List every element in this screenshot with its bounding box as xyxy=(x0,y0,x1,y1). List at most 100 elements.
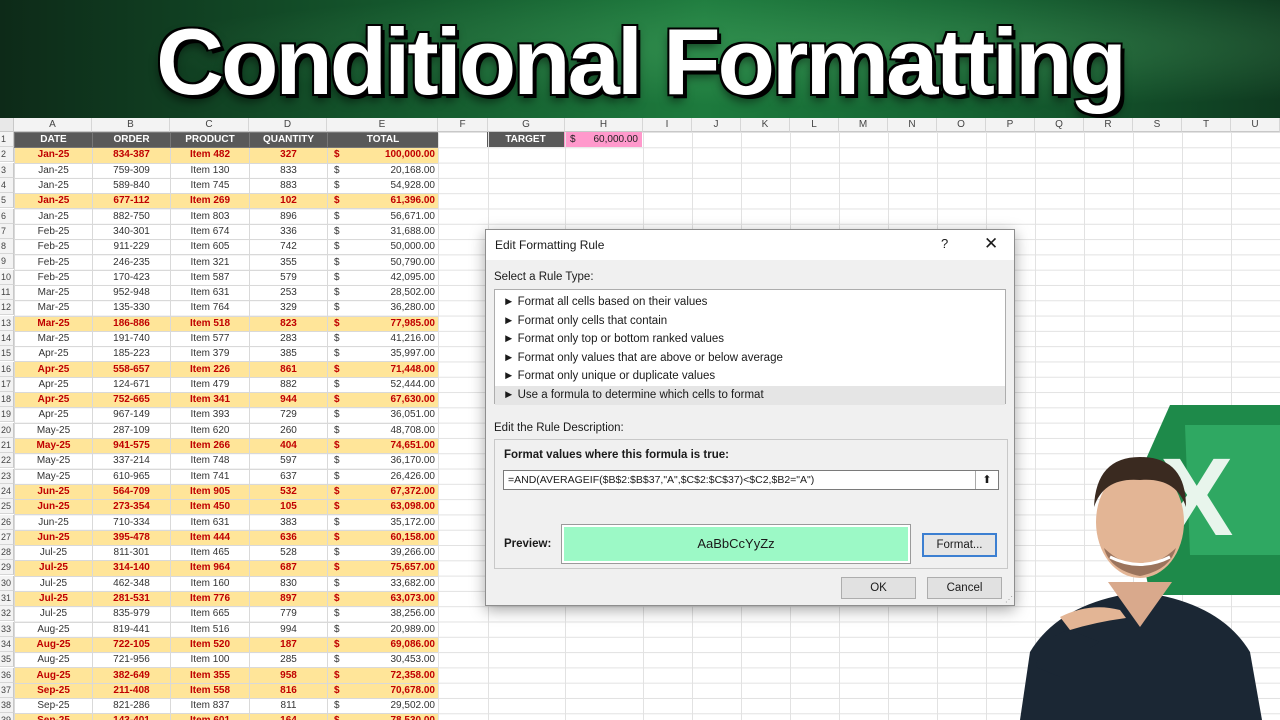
row-header[interactable]: 18 xyxy=(0,392,14,408)
cell-product[interactable]: Item 518 xyxy=(170,315,250,332)
cell-total[interactable]: $26,426.00 xyxy=(327,468,439,485)
cell-order[interactable]: 882-750 xyxy=(92,208,171,225)
cell-date[interactable]: Sep-25 xyxy=(14,713,93,720)
column-header[interactable]: H xyxy=(565,118,643,132)
cell-product[interactable]: Item 160 xyxy=(170,575,250,592)
cell-product[interactable]: Item 393 xyxy=(170,407,250,424)
cell-order[interactable]: 340-301 xyxy=(92,223,171,241)
cell-date[interactable]: Apr-25 xyxy=(14,346,93,363)
cell-qty[interactable]: 385 xyxy=(249,346,328,363)
cell-date[interactable]: May-25 xyxy=(14,422,93,439)
cell-qty[interactable]: 528 xyxy=(249,545,328,562)
table-header[interactable]: ORDER xyxy=(92,131,171,149)
cell-order[interactable]: 967-149 xyxy=(92,407,171,424)
row-header[interactable]: 38 xyxy=(0,698,14,714)
cell-product[interactable]: Item 355 xyxy=(170,667,250,684)
row-header[interactable]: 26 xyxy=(0,514,14,530)
cell-total[interactable]: $28,502.00 xyxy=(327,284,439,302)
cell-product[interactable]: Item 577 xyxy=(170,330,250,348)
cell-qty[interactable]: 102 xyxy=(249,193,328,210)
cell-product[interactable]: Item 482 xyxy=(170,147,250,164)
cell-order[interactable]: 752-665 xyxy=(92,392,171,409)
target-value[interactable]: $60,000.00 xyxy=(564,132,642,147)
formula-input[interactable]: =AND(AVERAGEIF($B$2:$B$37,"A",$C$2:$C$37… xyxy=(503,470,999,490)
cell-product[interactable]: Item 674 xyxy=(170,223,250,241)
table-row[interactable]: Jun-25 273-354 Item 450 105 $63,098.00 xyxy=(14,499,439,516)
row-header[interactable]: 8 xyxy=(0,239,14,255)
cell-total[interactable]: $67,372.00 xyxy=(327,483,439,501)
cell-total[interactable]: $50,790.00 xyxy=(327,254,439,271)
table-row[interactable]: Jan-25 759-309 Item 130 833 $20,168.00 xyxy=(14,162,439,179)
column-header[interactable]: I xyxy=(643,118,692,132)
cell-order[interactable]: 143-401 xyxy=(92,713,171,720)
cell-total[interactable]: $39,266.00 xyxy=(327,545,439,562)
table-row[interactable]: May-25 610-965 Item 741 637 $26,426.00 xyxy=(14,468,439,485)
row-header[interactable]: 22 xyxy=(0,453,14,469)
row-header[interactable]: 29 xyxy=(0,560,14,576)
cell-product[interactable]: Item 776 xyxy=(170,590,250,608)
row-header[interactable]: 13 xyxy=(0,315,14,331)
table-row[interactable]: Feb-25 246-235 Item 321 355 $50,790.00 xyxy=(14,254,439,271)
cell-date[interactable]: Apr-25 xyxy=(14,392,93,409)
cell-qty[interactable]: 816 xyxy=(249,682,328,699)
table-row[interactable]: Jan-25 834-387 Item 482 327 $100,000.00 xyxy=(14,147,439,164)
cell-qty[interactable]: 336 xyxy=(249,223,328,241)
cell-total[interactable]: $36,051.00 xyxy=(327,407,439,424)
cell-date[interactable]: Aug-25 xyxy=(14,667,93,684)
select-all-corner[interactable] xyxy=(0,118,14,132)
cell-date[interactable]: Apr-25 xyxy=(14,376,93,394)
cell-qty[interactable]: 637 xyxy=(249,468,328,485)
cell-qty[interactable]: 830 xyxy=(249,575,328,592)
cell-order[interactable]: 281-531 xyxy=(92,590,171,608)
cell-date[interactable]: May-25 xyxy=(14,453,93,470)
cell-date[interactable]: Aug-25 xyxy=(14,636,93,654)
row-header[interactable]: 7 xyxy=(0,223,14,239)
column-header[interactable]: B xyxy=(92,118,170,132)
cell-qty[interactable]: 579 xyxy=(249,269,328,286)
cell-date[interactable]: Mar-25 xyxy=(14,315,93,332)
table-row[interactable]: Jun-25 395-478 Item 444 636 $60,158.00 xyxy=(14,529,439,547)
table-row[interactable]: Sep-25 821-286 Item 837 811 $29,502.00 xyxy=(14,697,439,715)
table-row[interactable]: Apr-25 558-657 Item 226 861 $71,448.00 xyxy=(14,361,439,378)
cell-product[interactable]: Item 479 xyxy=(170,376,250,394)
cell-total[interactable]: $61,396.00 xyxy=(327,193,439,210)
cell-product[interactable]: Item 450 xyxy=(170,499,250,516)
cell-qty[interactable]: 327 xyxy=(249,147,328,164)
cell-order[interactable]: 952-948 xyxy=(92,284,171,302)
row-header[interactable]: 33 xyxy=(0,621,14,637)
table-row[interactable]: May-25 287-109 Item 620 260 $48,708.00 xyxy=(14,422,439,439)
column-header[interactable]: U xyxy=(1231,118,1280,132)
cell-qty[interactable]: 779 xyxy=(249,606,328,623)
table-row[interactable]: Jul-25 811-301 Item 465 528 $39,266.00 xyxy=(14,545,439,562)
column-header[interactable]: D xyxy=(249,118,327,132)
cell-date[interactable]: Aug-25 xyxy=(14,621,93,638)
rule-type-item[interactable]: ► Format only values that are above or b… xyxy=(495,349,1005,368)
cell-qty[interactable]: 944 xyxy=(249,392,328,409)
cell-qty[interactable]: 687 xyxy=(249,560,328,577)
row-header[interactable]: 6 xyxy=(0,208,14,224)
cell-date[interactable]: Sep-25 xyxy=(14,697,93,715)
cell-date[interactable]: Feb-25 xyxy=(14,223,93,241)
cell-order[interactable]: 564-709 xyxy=(92,483,171,501)
column-header[interactable]: M xyxy=(839,118,888,132)
cell-date[interactable]: Jan-25 xyxy=(14,208,93,225)
cell-qty[interactable]: 260 xyxy=(249,422,328,439)
table-row[interactable]: Jun-25 710-334 Item 631 383 $35,172.00 xyxy=(14,514,439,531)
table-row[interactable]: Jul-25 835-979 Item 665 779 $38,256.00 xyxy=(14,606,439,623)
cell-date[interactable]: Jul-25 xyxy=(14,590,93,608)
cell-total[interactable]: $42,095.00 xyxy=(327,269,439,286)
cell-product[interactable]: Item 964 xyxy=(170,560,250,577)
table-row[interactable]: Jun-25 564-709 Item 905 532 $67,372.00 xyxy=(14,483,439,501)
table-row[interactable]: Apr-25 185-223 Item 379 385 $35,997.00 xyxy=(14,346,439,363)
cell-date[interactable]: Feb-25 xyxy=(14,239,93,256)
cell-total[interactable]: $35,172.00 xyxy=(327,514,439,531)
cell-qty[interactable]: 636 xyxy=(249,529,328,547)
cell-product[interactable]: Item 605 xyxy=(170,239,250,256)
column-header[interactable]: S xyxy=(1133,118,1182,132)
cell-qty[interactable]: 896 xyxy=(249,208,328,225)
row-header[interactable]: 24 xyxy=(0,483,14,499)
cell-product[interactable]: Item 321 xyxy=(170,254,250,271)
row-header[interactable]: 5 xyxy=(0,193,14,209)
cancel-button[interactable]: Cancel xyxy=(927,577,1002,599)
column-header[interactable]: C xyxy=(170,118,249,132)
